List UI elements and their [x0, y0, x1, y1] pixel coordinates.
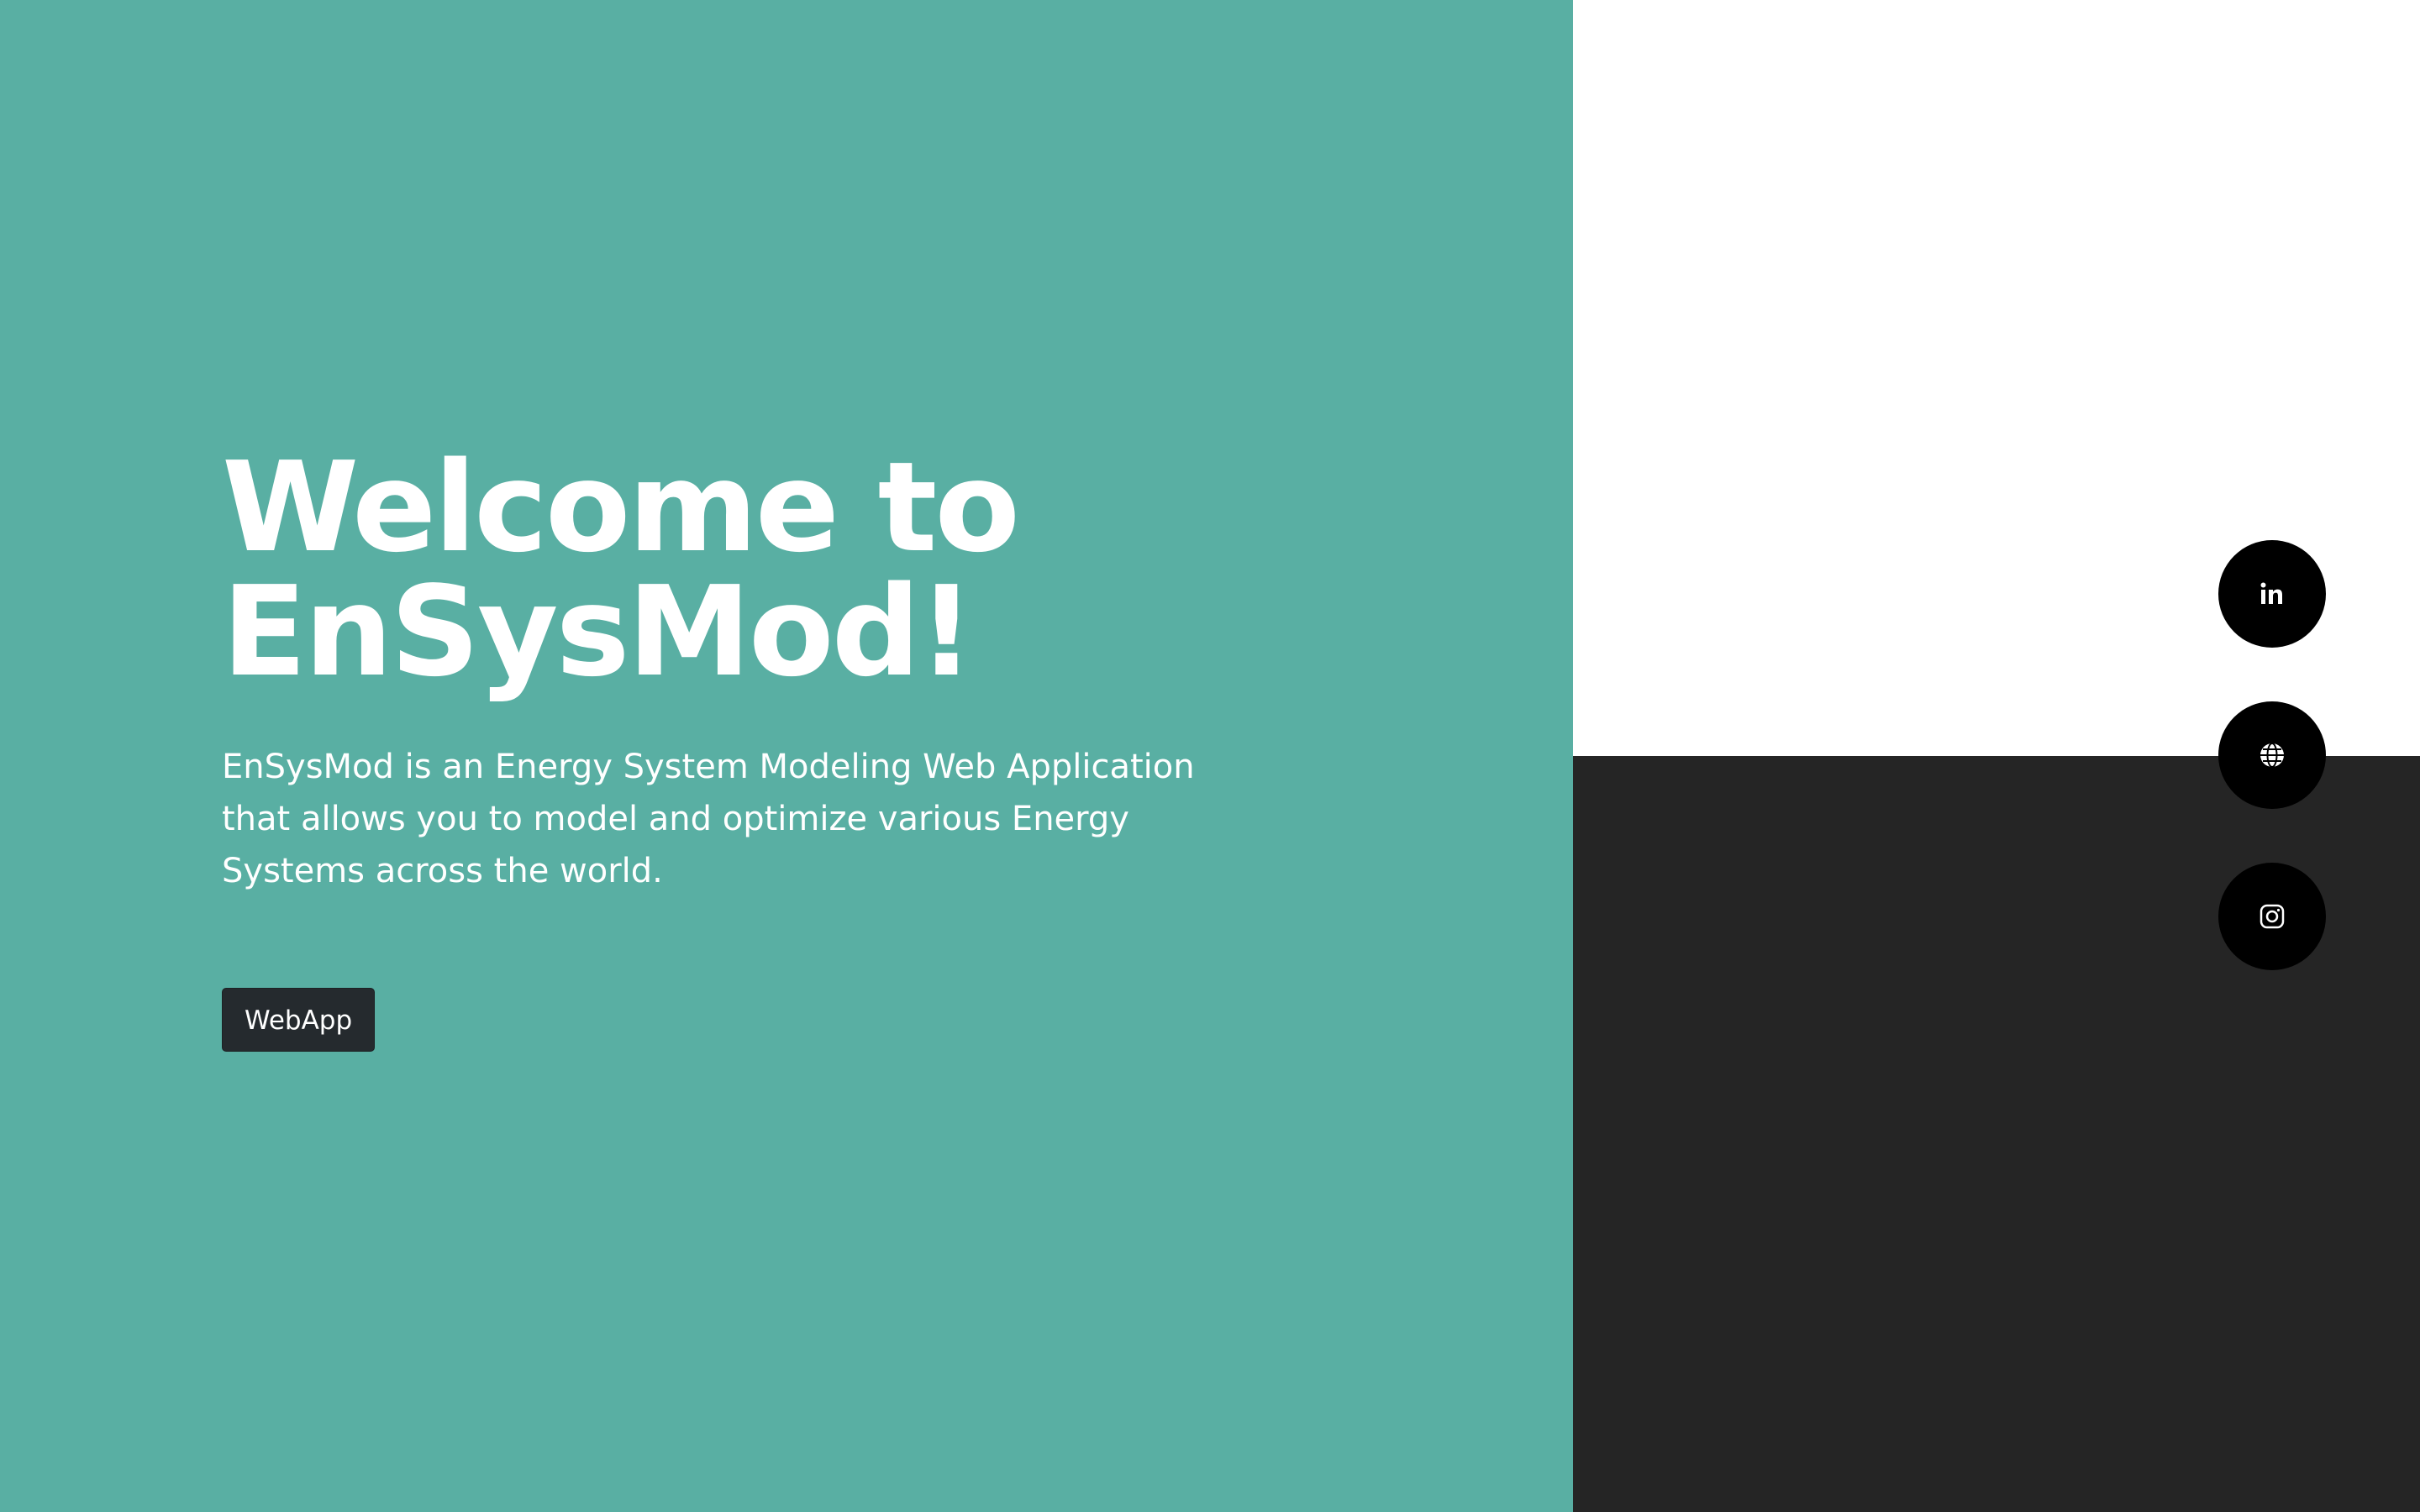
linkedin-button[interactable] — [2218, 540, 2326, 648]
hero-content: Welcome to EnSysMod! EnSysMod is an Ener… — [222, 445, 1314, 1052]
instagram-icon — [2260, 904, 2285, 929]
hero-description: EnSysMod is an Energy System Modeling We… — [222, 748, 1195, 890]
website-button[interactable] — [2218, 701, 2326, 809]
globe-icon — [2259, 742, 2286, 769]
linkedin-icon — [2259, 580, 2286, 607]
title-line-2: EnSysMod! — [222, 559, 975, 704]
page-title: Welcome to EnSysMod! — [222, 445, 1314, 694]
webapp-button[interactable]: WebApp — [222, 988, 376, 1052]
instagram-button[interactable] — [2218, 863, 2326, 970]
title-line-1: Welcome to — [222, 435, 1020, 580]
landing-page: Welcome to EnSysMod! EnSysMod is an Ener… — [0, 0, 2420, 1512]
